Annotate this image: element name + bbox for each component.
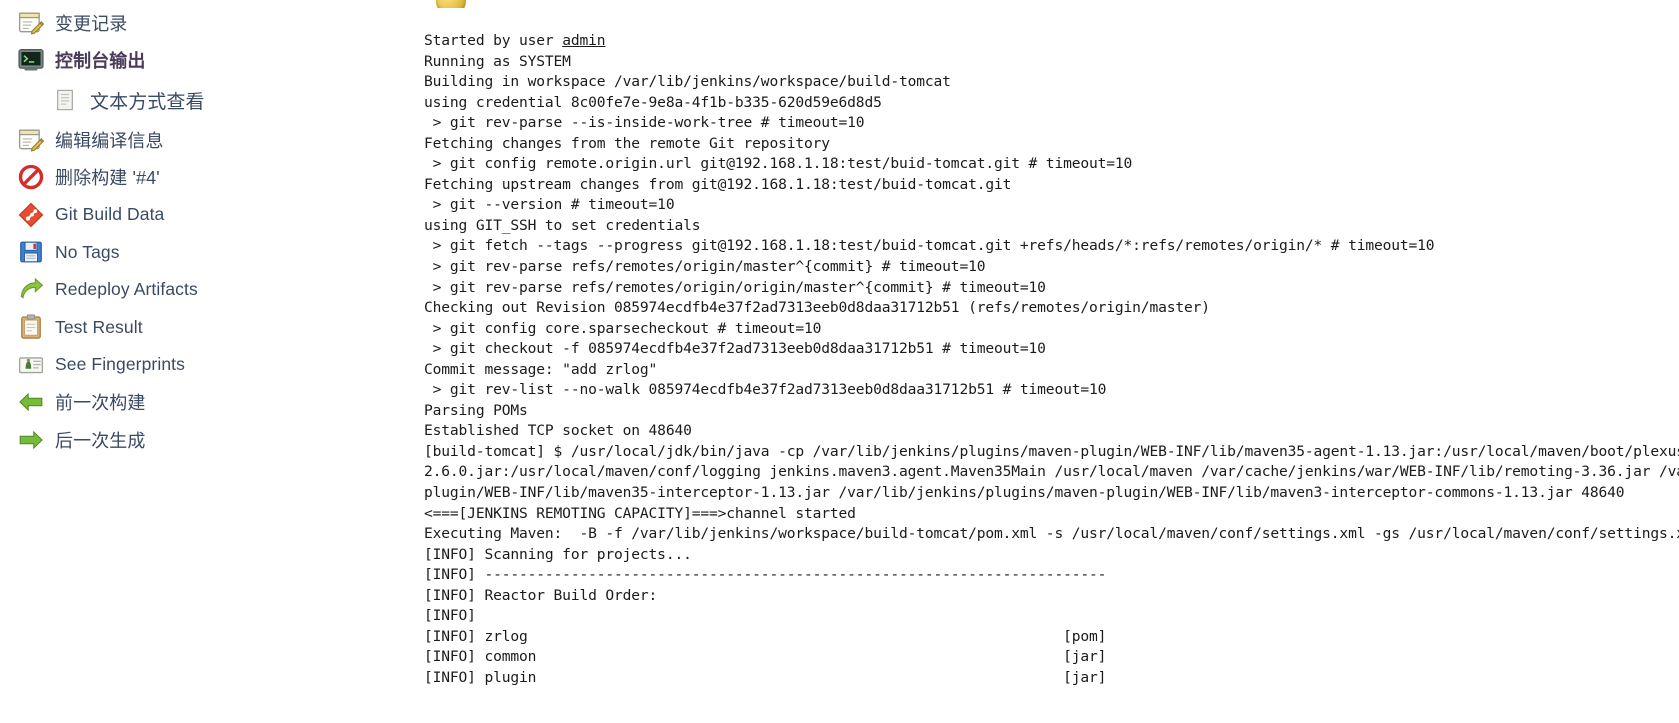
sidebar-item-4[interactable]: 删除构建 '#4' bbox=[0, 159, 418, 197]
console-line: Established TCP socket on 48640 bbox=[424, 422, 692, 440]
sidebar-item-9[interactable]: See Fingerprints bbox=[0, 346, 418, 384]
sidebar-item-11[interactable]: 后一次生成 bbox=[0, 421, 418, 459]
console-line: [INFO] bbox=[424, 607, 485, 625]
arrow-right-green-icon bbox=[18, 427, 44, 453]
sidebar-item-label: 控制台输出 bbox=[55, 51, 146, 72]
sidebar-item-3[interactable]: 编辑编译信息 bbox=[0, 121, 418, 159]
sidebar-item-label: 变更记录 bbox=[55, 13, 128, 34]
console-line: Checking out Revision 085974ecdfb4e37f2a… bbox=[424, 299, 1210, 317]
sidebar-item-8[interactable]: Test Result bbox=[0, 309, 418, 347]
console-line: <===[JENKINS REMOTING CAPACITY]===>chann… bbox=[424, 504, 856, 522]
console-line: plugin/WEB-INF/lib/maven35-interceptor-1… bbox=[424, 484, 1625, 502]
plain-document-icon bbox=[54, 87, 76, 113]
build-sidebar-tasks: 变更记录控制台输出文本方式查看编辑编译信息 删除构建 '#4' Git Build … bbox=[0, 0, 418, 723]
clipboard-icon bbox=[18, 314, 44, 340]
sidebar-item-2[interactable]: 文本方式查看 bbox=[0, 79, 418, 121]
sidebar-item-6[interactable]: No Tags bbox=[0, 234, 418, 272]
sidebar-item-label: 删除构建 '#4' bbox=[55, 168, 160, 189]
console-line: > git rev-list --no-walk 085974ecdfb4e37… bbox=[424, 381, 1107, 399]
console-line: > git rev-parse refs/remotes/origin/mast… bbox=[424, 258, 986, 276]
console-line: [build-tomcat] $ /usr/local/jdk/bin/java… bbox=[424, 442, 1679, 460]
sidebar-item-10[interactable]: 前一次构建 bbox=[0, 384, 418, 422]
sidebar-item-label: Git Build Data bbox=[55, 204, 165, 225]
console-line: Building in workspace /var/lib/jenkins/w… bbox=[424, 73, 951, 91]
fingerprint-card-icon bbox=[18, 352, 44, 378]
yellow-ball-build-icon bbox=[436, 0, 472, 8]
delete-forbidden-icon bbox=[18, 164, 44, 190]
console-line: [INFO] plugin [jar] bbox=[424, 668, 1107, 686]
sidebar-item-label: Test Result bbox=[55, 316, 143, 337]
console-line: Parsing POMs bbox=[424, 401, 528, 419]
console-line: > git checkout -f 085974ecdfb4e37f2ad731… bbox=[424, 340, 1046, 358]
sidebar-item-label: See Fingerprints bbox=[55, 354, 185, 375]
changes-notepad-icon bbox=[18, 10, 44, 36]
console-line: Fetching changes from the remote Git rep… bbox=[424, 134, 830, 152]
sidebar-item-0[interactable]: 变更记录 bbox=[0, 4, 418, 42]
console-line: > git config core.sparsecheckout # timeo… bbox=[424, 319, 822, 337]
edit-notepad-icon bbox=[18, 127, 44, 153]
sidebar-item-label: 后一次生成 bbox=[55, 430, 146, 451]
sidebar-item-7[interactable]: Redeploy Artifacts bbox=[0, 271, 418, 309]
console-output-panel: Started by user admin Running as SYSTEM … bbox=[424, 0, 1679, 723]
console-line: [INFO] common [jar] bbox=[424, 648, 1107, 666]
console-log-text: Started by user admin Running as SYSTEM … bbox=[424, 31, 1679, 689]
sidebar-item-label: 文本方式查看 bbox=[90, 91, 205, 113]
console-line-started-by: Started by user admin bbox=[424, 32, 606, 49]
console-line: > git config remote.origin.url git@192.1… bbox=[424, 155, 1133, 173]
sidebar-item-label: 前一次构建 bbox=[55, 393, 146, 414]
sidebar-item-label: Redeploy Artifacts bbox=[55, 279, 198, 300]
console-line: [INFO] Reactor Build Order: bbox=[424, 586, 658, 604]
started-by-prefix: Started by user bbox=[424, 32, 563, 49]
console-line: > git rev-parse --is-inside-work-tree # … bbox=[424, 114, 865, 132]
sidebar-item-label: No Tags bbox=[55, 241, 120, 262]
arrow-left-green-icon bbox=[18, 389, 44, 415]
redeploy-arrow-icon bbox=[18, 277, 44, 303]
console-line: using credential 8c00fe7e-9e8a-4f1b-b335… bbox=[424, 93, 882, 111]
sidebar-item-label: 编辑编译信息 bbox=[55, 130, 164, 151]
console-line: > git --version # timeout=10 bbox=[424, 196, 675, 214]
console-line: > git rev-parse refs/remotes/origin/orig… bbox=[424, 278, 1046, 296]
console-line: Commit message: "add zrlog" bbox=[424, 360, 658, 378]
console-line: [INFO] Scanning for projects... bbox=[424, 545, 692, 563]
sidebar-item-5[interactable]: Git Build Data bbox=[0, 196, 418, 234]
console-line: [INFO] ---------------------------------… bbox=[424, 566, 1107, 584]
floppy-save-icon bbox=[18, 239, 44, 265]
console-line: > git fetch --tags --progress git@192.16… bbox=[424, 237, 1435, 255]
console-terminal-icon bbox=[18, 47, 44, 73]
console-line: Fetching upstream changes from git@192.1… bbox=[424, 175, 1012, 193]
git-logo-icon bbox=[18, 202, 44, 228]
console-line: 2.6.0.jar:/usr/local/maven/conf/logging … bbox=[424, 463, 1679, 481]
console-line: Running as SYSTEM bbox=[424, 52, 571, 70]
console-line: [INFO] zrlog [pom] bbox=[424, 627, 1107, 645]
console-line: using GIT_SSH to set credentials bbox=[424, 216, 701, 234]
sidebar-item-1[interactable]: 控制台输出 bbox=[0, 42, 418, 80]
started-by-user-link[interactable]: admin bbox=[562, 32, 605, 49]
console-line: Executing Maven: -B -f /var/lib/jenkins/… bbox=[424, 525, 1679, 543]
